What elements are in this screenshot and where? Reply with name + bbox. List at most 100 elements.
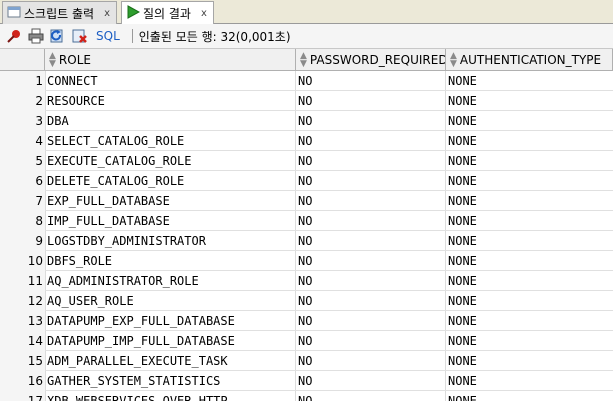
tab-label: 스크립트 출력: [24, 6, 95, 21]
table-row[interactable]: 8 IMP_FULL_DATABASE NO NONE: [0, 211, 613, 231]
role-cell[interactable]: DBFS_ROLE: [47, 251, 296, 271]
table-row[interactable]: 4 SELECT_CATALOG_ROLE NO NONE: [0, 131, 613, 151]
clear-icon[interactable]: [70, 26, 90, 46]
authentication-type-cell[interactable]: NONE: [446, 171, 613, 191]
password-required-cell[interactable]: NO: [296, 351, 446, 371]
refresh-icon[interactable]: [48, 26, 68, 46]
table-row[interactable]: 14 DATAPUMP_IMP_FULL_DATABASE NO NONE: [0, 331, 613, 351]
password-required-cell[interactable]: NO: [296, 251, 446, 271]
password-required-cell[interactable]: NO: [296, 231, 446, 251]
role-cell[interactable]: LOGSTDBY_ADMINISTRATOR: [47, 231, 296, 251]
password-required-cell[interactable]: NO: [296, 211, 446, 231]
password-required-cell[interactable]: NO: [296, 391, 446, 401]
role-cell[interactable]: SELECT_CATALOG_ROLE: [47, 131, 296, 151]
table-row[interactable]: 6 DELETE_CATALOG_ROLE NO NONE: [0, 171, 613, 191]
role-cell[interactable]: DATAPUMP_EXP_FULL_DATABASE: [47, 311, 296, 331]
table-row[interactable]: 15 ADM_PARALLEL_EXECUTE_TASK NO NONE: [0, 351, 613, 371]
password-required-cell[interactable]: NO: [296, 171, 446, 191]
play-icon: [126, 5, 141, 22]
row-number: 9: [0, 231, 45, 251]
authentication-type-cell[interactable]: NONE: [446, 211, 613, 231]
authentication-type-cell[interactable]: NONE: [446, 311, 613, 331]
authentication-type-cell[interactable]: NONE: [446, 71, 613, 91]
column-header-authentication-type[interactable]: ▲ ▼ AUTHENTICATION_TYPE: [446, 49, 613, 71]
sql-button[interactable]: SQL: [96, 29, 120, 43]
table-row[interactable]: 2 RESOURCE NO NONE: [0, 91, 613, 111]
password-required-cell[interactable]: NO: [296, 331, 446, 351]
column-header-role[interactable]: ▲ ▼ ROLE: [45, 49, 296, 71]
table-row[interactable]: 5 EXECUTE_CATALOG_ROLE NO NONE: [0, 151, 613, 171]
close-icon[interactable]: x: [104, 8, 110, 19]
row-number: 2: [0, 91, 45, 111]
password-required-cell[interactable]: NO: [296, 371, 446, 391]
column-header-password-required[interactable]: ▲ ▼ PASSWORD_REQUIRED: [296, 49, 446, 71]
role-cell[interactable]: GATHER_SYSTEM_STATISTICS: [47, 371, 296, 391]
authentication-type-cell[interactable]: NONE: [446, 111, 613, 131]
authentication-type-cell[interactable]: NONE: [446, 331, 613, 351]
password-required-cell[interactable]: NO: [296, 71, 446, 91]
role-cell[interactable]: DELETE_CATALOG_ROLE: [47, 171, 296, 191]
password-required-cell[interactable]: NO: [296, 271, 446, 291]
row-number: 5: [0, 151, 45, 171]
print-icon[interactable]: [26, 26, 46, 46]
role-cell[interactable]: CONNECT: [47, 71, 296, 91]
table-row[interactable]: 7 EXP_FULL_DATABASE NO NONE: [0, 191, 613, 211]
row-number: 8: [0, 211, 45, 231]
password-required-cell[interactable]: NO: [296, 91, 446, 111]
row-number: 17: [0, 391, 45, 401]
script-icon: [7, 5, 21, 22]
role-cell[interactable]: RESOURCE: [47, 91, 296, 111]
table-row[interactable]: 17 XDB_WEBSERVICES_OVER_HTTP NO NONE: [0, 391, 613, 401]
role-cell[interactable]: ADM_PARALLEL_EXECUTE_TASK: [47, 351, 296, 371]
row-number: 7: [0, 191, 45, 211]
authentication-type-cell[interactable]: NONE: [446, 371, 613, 391]
tab-query-result[interactable]: 질의 결과 x: [121, 1, 214, 25]
row-number: 1: [0, 71, 45, 91]
pin-icon[interactable]: [4, 26, 24, 46]
role-cell[interactable]: EXECUTE_CATALOG_ROLE: [47, 151, 296, 171]
role-cell[interactable]: XDB_WEBSERVICES_OVER_HTTP: [47, 391, 296, 401]
authentication-type-cell[interactable]: NONE: [446, 291, 613, 311]
role-cell[interactable]: IMP_FULL_DATABASE: [47, 211, 296, 231]
table-row[interactable]: 13 DATAPUMP_EXP_FULL_DATABASE NO NONE: [0, 311, 613, 331]
authentication-type-cell[interactable]: NONE: [446, 231, 613, 251]
table-row[interactable]: 11 AQ_ADMINISTRATOR_ROLE NO NONE: [0, 271, 613, 291]
authentication-type-cell[interactable]: NONE: [446, 391, 613, 401]
tab-script-output[interactable]: 스크립트 출력 x: [2, 1, 117, 24]
password-required-cell[interactable]: NO: [296, 291, 446, 311]
row-number: 11: [0, 271, 45, 291]
row-number: 10: [0, 251, 45, 271]
role-cell[interactable]: EXP_FULL_DATABASE: [47, 191, 296, 211]
role-cell[interactable]: DBA: [47, 111, 296, 131]
table-row[interactable]: 3 DBA NO NONE: [0, 111, 613, 131]
grid-header: ▲ ▼ ROLE ▲ ▼ PASSWORD_REQUIRED ▲ ▼ AUTHENTI…: [0, 49, 613, 71]
row-number: 15: [0, 351, 45, 371]
authentication-type-cell[interactable]: NONE: [446, 191, 613, 211]
password-required-cell[interactable]: NO: [296, 191, 446, 211]
role-cell[interactable]: AQ_ADMINISTRATOR_ROLE: [47, 271, 296, 291]
table-row[interactable]: 16 GATHER_SYSTEM_STATISTICS NO NONE: [0, 371, 613, 391]
table-row[interactable]: 1 CONNECT NO NONE: [0, 71, 613, 91]
row-number: 4: [0, 131, 45, 151]
password-required-cell[interactable]: NO: [296, 311, 446, 331]
sort-icon: ▲ ▼: [300, 51, 307, 69]
authentication-type-cell[interactable]: NONE: [446, 351, 613, 371]
authentication-type-cell[interactable]: NONE: [446, 91, 613, 111]
password-required-cell[interactable]: NO: [296, 111, 446, 131]
tab-label: 질의 결과: [143, 7, 191, 21]
row-number: 16: [0, 371, 45, 391]
role-cell[interactable]: AQ_USER_ROLE: [47, 291, 296, 311]
role-cell[interactable]: DATAPUMP_IMP_FULL_DATABASE: [47, 331, 296, 351]
table-row[interactable]: 10 DBFS_ROLE NO NONE: [0, 251, 613, 271]
toolbar-divider: [131, 29, 133, 43]
password-required-cell[interactable]: NO: [296, 131, 446, 151]
password-required-cell[interactable]: NO: [296, 151, 446, 171]
authentication-type-cell[interactable]: NONE: [446, 131, 613, 151]
table-row[interactable]: 12 AQ_USER_ROLE NO NONE: [0, 291, 613, 311]
table-row[interactable]: 9 LOGSTDBY_ADMINISTRATOR NO NONE: [0, 231, 613, 251]
authentication-type-cell[interactable]: NONE: [446, 151, 613, 171]
close-icon[interactable]: x: [201, 8, 207, 19]
authentication-type-cell[interactable]: NONE: [446, 271, 613, 291]
authentication-type-cell[interactable]: NONE: [446, 251, 613, 271]
result-toolbar: SQL 인출된 모든 행: 32(0,001초): [0, 24, 613, 49]
